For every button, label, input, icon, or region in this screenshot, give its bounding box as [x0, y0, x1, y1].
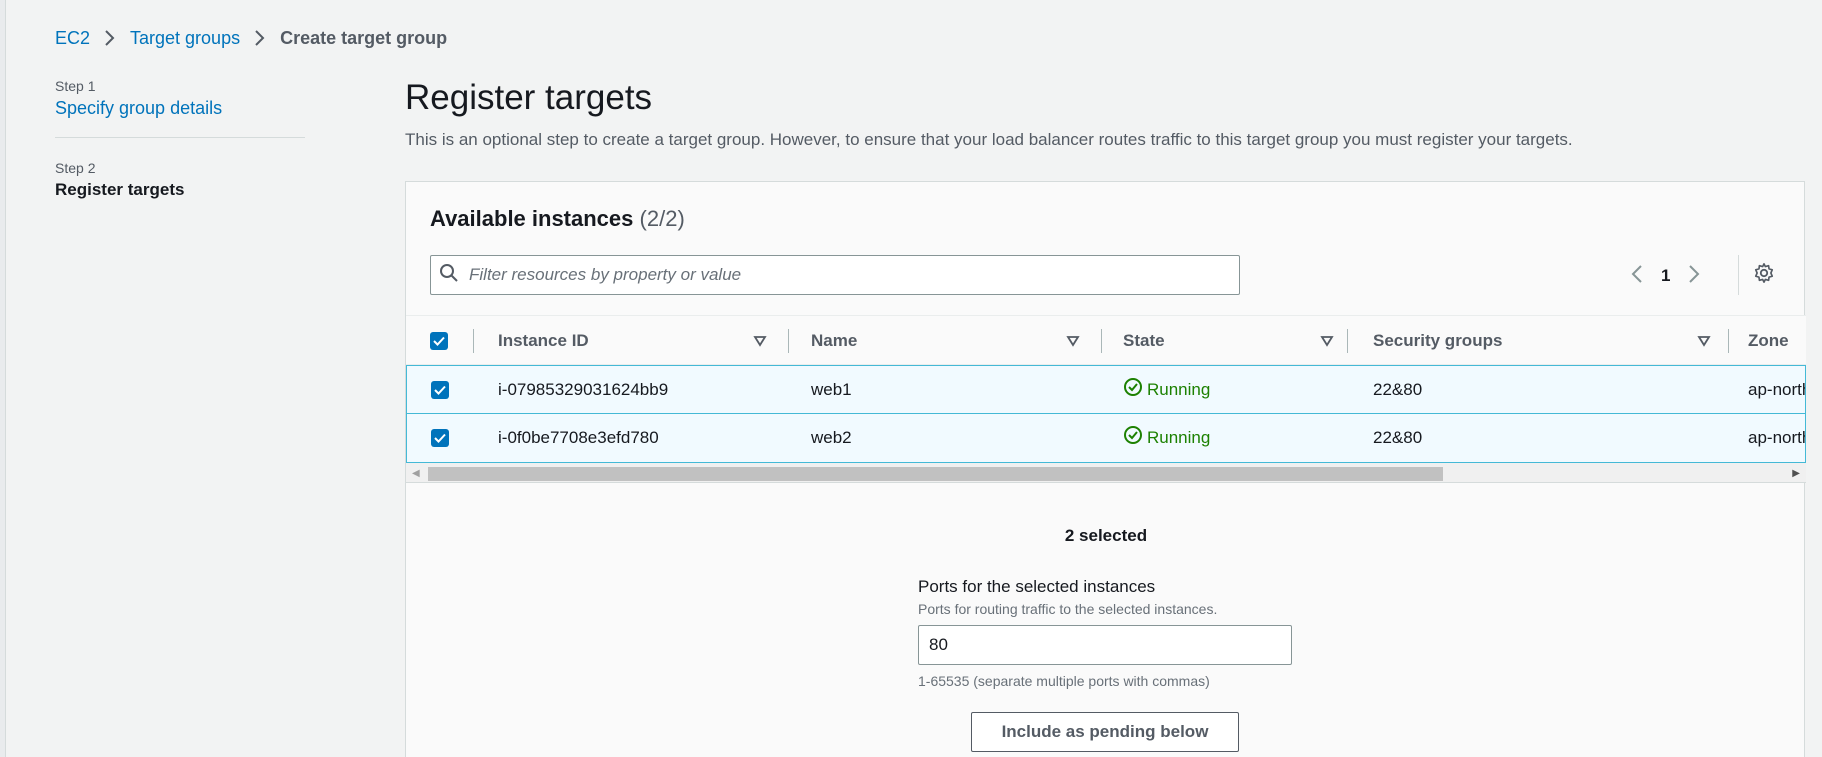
- ports-input[interactable]: 80: [918, 625, 1292, 665]
- zone-cell: ap-northeast-1a: [1748, 427, 1805, 447]
- column-security-groups-label: Security groups: [1373, 331, 1503, 350]
- column-instance-id[interactable]: Instance ID: [498, 316, 789, 366]
- breadcrumb-current: Create target group: [280, 27, 448, 48]
- instance-count: (2/2): [639, 206, 685, 231]
- column-zone[interactable]: Zone: [1748, 316, 1806, 366]
- available-instances-panel: Available instances (2/2) Filter resourc…: [405, 181, 1806, 757]
- main-header: Register targets This is an optional ste…: [405, 78, 1822, 150]
- sort-icon[interactable]: [753, 333, 767, 353]
- ports-hint: 1-65535 (separate multiple ports with co…: [918, 673, 1210, 689]
- row-checkbox[interactable]: [431, 414, 449, 461]
- panel-title: Available instances (2/2): [430, 206, 685, 232]
- scroll-left-arrow-icon[interactable]: ◀: [412, 468, 420, 479]
- state-text: Running: [1147, 379, 1211, 399]
- table-header: Instance ID Name State Security groups Z: [406, 315, 1806, 365]
- instance-name-cell: web2: [811, 427, 852, 447]
- gear-icon: [1753, 262, 1775, 289]
- ports-label: Ports for the selected instances: [918, 577, 1156, 596]
- instance-id-cell: i-0f0be7708e3efd780: [498, 427, 659, 447]
- column-instance-id-label: Instance ID: [498, 331, 589, 350]
- zone-cell: ap-northeast-1a: [1748, 379, 1805, 399]
- security-groups-cell: 22&80: [1373, 379, 1423, 399]
- check-circle-icon: [1123, 377, 1143, 402]
- wizard-steps: Step 1 Specify group details Step 2 Regi…: [55, 78, 305, 200]
- step-divider: [55, 137, 305, 138]
- state-text: Running: [1147, 427, 1211, 447]
- panel-title-text: Available instances: [430, 206, 634, 231]
- pagination: 1: [1631, 262, 1700, 290]
- instance-state-cell: Running: [1123, 414, 1210, 461]
- instance-id-cell: i-07985329031624bb9: [498, 379, 669, 399]
- horizontal-scrollbar[interactable]: ◀ ▶: [406, 463, 1806, 483]
- instance-name-cell: web1: [811, 379, 852, 399]
- column-security-groups[interactable]: Security groups: [1373, 316, 1748, 366]
- include-as-pending-button[interactable]: Include as pending below: [971, 712, 1239, 752]
- chevron-right-icon: [254, 29, 266, 47]
- left-border: [0, 0, 6, 757]
- sort-icon[interactable]: [1320, 333, 1334, 353]
- chevron-right-icon: [104, 29, 116, 47]
- breadcrumb-target-groups[interactable]: Target groups: [130, 28, 240, 49]
- page-description: This is an optional step to create a tar…: [405, 130, 1573, 149]
- chevron-right-icon[interactable]: [1688, 264, 1700, 289]
- column-state[interactable]: State: [1123, 316, 1348, 366]
- filter-input[interactable]: Filter resources by property or value: [430, 255, 1240, 295]
- column-name-label: Name: [811, 331, 858, 350]
- column-name[interactable]: Name: [811, 316, 1102, 366]
- settings-button[interactable]: [1738, 255, 1775, 295]
- check-circle-icon: [1123, 425, 1143, 450]
- search-icon: [439, 263, 459, 288]
- ports-description: Ports for routing traffic to the selecte…: [918, 601, 1218, 617]
- chevron-left-icon[interactable]: [1631, 264, 1643, 289]
- step-1-number: Step 1: [55, 78, 96, 94]
- scroll-thumb[interactable]: [428, 467, 1443, 481]
- table-row[interactable]: i-07985329031624bb9 web1 Running 22&80 a…: [406, 365, 1806, 414]
- scroll-right-arrow-icon[interactable]: ▶: [1792, 468, 1800, 479]
- column-state-label: State: [1123, 331, 1165, 350]
- security-groups-cell: 22&80: [1373, 427, 1423, 447]
- ports-field: Ports for the selected instances Ports f…: [918, 577, 1298, 689]
- selected-count: 2 selected: [1064, 526, 1148, 545]
- filter-placeholder: Filter resources by property or value: [469, 265, 742, 284]
- row-checkbox[interactable]: [431, 366, 449, 413]
- sort-icon[interactable]: [1066, 333, 1080, 353]
- breadcrumb-ec2[interactable]: EC2: [55, 28, 90, 49]
- page-title: Register targets: [405, 78, 653, 117]
- step-1-link[interactable]: Specify group details: [55, 98, 305, 119]
- breadcrumb: EC2 Target groups Create target group: [55, 26, 447, 50]
- step-2-current: Register targets: [55, 180, 185, 199]
- select-all-checkbox[interactable]: [430, 316, 448, 366]
- sort-icon[interactable]: [1697, 333, 1711, 353]
- page-number[interactable]: 1: [1661, 266, 1670, 286]
- instances-table: Instance ID Name State Security groups Z: [406, 315, 1806, 483]
- step-2-number: Step 2: [55, 160, 96, 176]
- instance-state-cell: Running: [1123, 366, 1210, 413]
- table-row[interactable]: i-0f0be7708e3efd780 web2 Running 22&80 a…: [406, 414, 1806, 463]
- column-zone-label: Zone: [1748, 331, 1789, 350]
